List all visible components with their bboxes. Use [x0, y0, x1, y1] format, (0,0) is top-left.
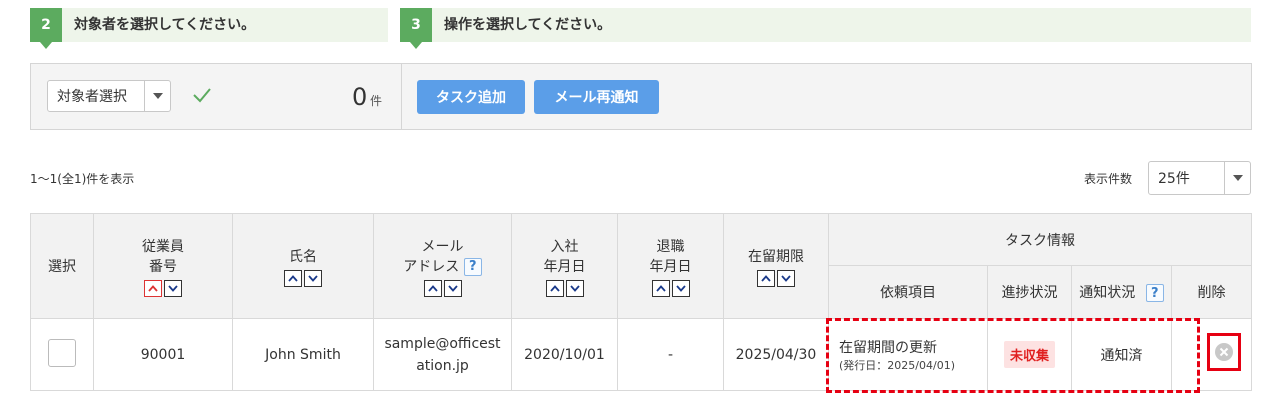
task-info-highlight [826, 318, 1200, 393]
sort-controls [284, 269, 322, 287]
per-page-value: 25件 [1158, 171, 1190, 187]
chevron-up-icon [655, 284, 666, 292]
chevron-down-icon [168, 284, 178, 292]
target-select[interactable]: 対象者選択 [47, 80, 171, 112]
header-employee-no: 従業員 番号 [93, 213, 233, 319]
chevron-down-icon [308, 274, 318, 282]
header-residence-limit: 在留期限 [723, 213, 829, 319]
resend-mail-button[interactable]: メール再通知 [534, 80, 659, 114]
chevron-up-icon [549, 284, 560, 292]
sort-asc-button[interactable] [144, 279, 162, 297]
target-select-value: 対象者選択 [57, 89, 127, 105]
header-notify: 通知状況 ? [1071, 265, 1172, 319]
add-task-button[interactable]: タスク追加 [417, 80, 525, 114]
header-leave-date: 退職 年月日 [617, 213, 724, 319]
header-email-line1: メール [421, 238, 464, 255]
header-employee-no-line2: 番号 [149, 258, 177, 275]
chevron-down-icon [447, 284, 458, 292]
sort-controls [144, 279, 182, 297]
chevron-up-icon [761, 274, 771, 282]
header-join-line2: 年月日 [543, 258, 586, 275]
table-header-row: 選択 従業員 番号 氏名 メール アドレス ? 入社 年月日 退職 年月日 在留… [30, 213, 1252, 319]
sort-controls [423, 279, 462, 297]
header-leave-line2: 年月日 [649, 258, 692, 275]
chevron-up-icon [148, 284, 158, 292]
cell-name: John Smith [232, 318, 374, 391]
step-3-title: 操作を選択してください。 [444, 17, 612, 33]
header-email-line2: アドレス [403, 258, 460, 275]
result-summary: 1〜1(全1)件を表示 [30, 172, 135, 186]
help-icon[interactable]: ? [1145, 284, 1164, 302]
cell-email: sample@officest ation.jp [373, 318, 512, 391]
header-name: 氏名 [232, 213, 374, 319]
sort-asc-button[interactable] [757, 269, 775, 287]
header-join-date: 入社 年月日 [511, 213, 618, 319]
cell-email-line2: ation.jp [416, 357, 469, 374]
chevron-up-icon [427, 284, 438, 292]
delete-icon[interactable] [1215, 343, 1233, 361]
step-2-header: 2 対象者を選択してください。 [30, 8, 388, 49]
step-3-header: 3 操作を選択してください。 [400, 8, 1251, 49]
cell-leave-date: - [617, 318, 724, 391]
header-employee-no-line1: 従業員 [142, 238, 184, 255]
sort-asc-button[interactable] [423, 279, 442, 297]
check-icon [193, 88, 211, 103]
row-select-cell [30, 318, 94, 391]
header-join-line1: 入社 [550, 238, 579, 255]
chevron-down-icon [152, 93, 163, 99]
step-2-badge: 2 [30, 8, 62, 49]
sort-asc-button[interactable] [545, 279, 564, 297]
close-icon [1219, 347, 1229, 357]
action-panel: 対象者選択 0 件 タスク追加 メール再通知 [30, 63, 1252, 130]
cell-email-line1: sample@officest [384, 335, 501, 352]
panel-divider [401, 64, 402, 129]
per-page-label: 表示件数 [1084, 172, 1133, 186]
header-name-label: 氏名 [289, 248, 317, 265]
header-select: 選択 [30, 213, 94, 319]
step-2-title: 対象者を選択してください。 [74, 17, 256, 33]
header-notify-label: 通知状況 [1079, 285, 1136, 301]
sort-asc-button[interactable] [651, 279, 670, 297]
sort-controls [545, 279, 584, 297]
sort-desc-button[interactable] [671, 279, 690, 297]
sort-controls [757, 269, 795, 287]
cell-residence-limit: 2025/04/30 [723, 318, 829, 391]
target-select-toggle[interactable] [144, 81, 170, 111]
step-3-badge: 3 [400, 8, 432, 49]
cell-employee-no: 90001 [93, 318, 233, 391]
header-leave-line1: 退職 [656, 238, 685, 255]
sort-asc-button[interactable] [284, 269, 302, 287]
selected-count: 0 [352, 83, 368, 111]
header-delete: 削除 [1171, 265, 1252, 319]
header-residence-label: 在留期限 [748, 248, 804, 265]
row-checkbox[interactable] [48, 338, 76, 367]
chevron-down-icon [781, 274, 791, 282]
chevron-down-icon [675, 284, 686, 292]
header-email: メール アドレス ? [373, 213, 512, 319]
sort-desc-button[interactable] [443, 279, 462, 297]
sort-desc-button[interactable] [565, 279, 584, 297]
chevron-down-icon [569, 284, 580, 292]
header-request-item: 依頼項目 [828, 265, 988, 319]
sort-desc-button[interactable] [304, 269, 322, 287]
selected-count-unit: 件 [370, 94, 383, 108]
per-page-select[interactable]: 25件 [1148, 161, 1251, 195]
help-icon[interactable]: ? [463, 257, 482, 276]
per-page-toggle[interactable] [1224, 162, 1250, 194]
header-task-info: タスク情報 [828, 213, 1252, 266]
sort-controls [651, 279, 690, 297]
sort-desc-button[interactable] [164, 279, 182, 297]
chevron-down-icon [1232, 175, 1243, 181]
cell-join-date: 2020/10/01 [511, 318, 618, 391]
header-progress: 進捗状況 [987, 265, 1072, 319]
sort-desc-button[interactable] [777, 269, 795, 287]
chevron-up-icon [288, 274, 298, 282]
